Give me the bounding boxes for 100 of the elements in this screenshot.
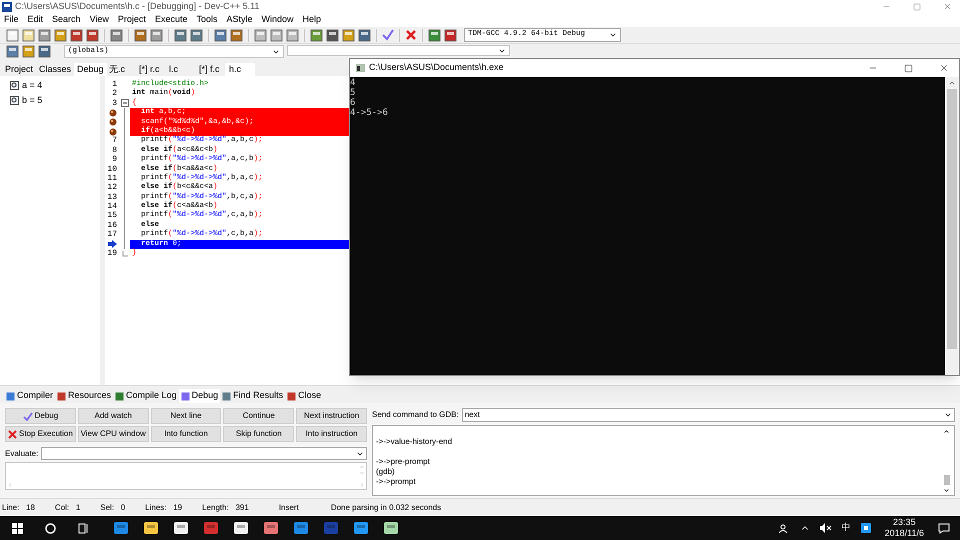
maximize-icon[interactable] [904, 64, 913, 72]
gdb-output-line: (gdb) [376, 467, 396, 477]
notification-icon[interactable] [938, 522, 950, 534]
tab-icon [115, 392, 124, 400]
line-number: 19 [107, 249, 117, 258]
output-tab[interactable]: Compile Log [113, 389, 179, 403]
line-number: 9 [112, 155, 117, 165]
output-tab[interactable]: Resources [55, 389, 114, 403]
scroll-down-icon[interactable] [943, 487, 950, 494]
watch-item[interactable]: a = 4 [22, 79, 42, 92]
file-tab[interactable]: l.c [165, 63, 195, 76]
menu-item[interactable]: Edit [28, 13, 44, 27]
line-number: 15 [107, 211, 117, 221]
app-tile-icon[interactable] [293, 520, 309, 536]
scroll-up-icon[interactable] [943, 428, 950, 435]
evaluate-field[interactable] [41, 447, 367, 460]
app-tile-icon[interactable] [383, 520, 399, 536]
app-tile-icon[interactable] [113, 520, 129, 536]
status-message: Done parsing in 0.032 seconds [330, 502, 442, 514]
line-number: 12 [107, 183, 117, 193]
console-output-line: 5 [350, 88, 356, 98]
line-number: 13 [107, 192, 117, 202]
debug-button[interactable]: View CPU window [78, 426, 149, 442]
scroll-thumb[interactable] [947, 89, 957, 349]
tab-icon [222, 392, 232, 400]
debug-button[interactable]: Stop Execution [5, 426, 76, 442]
people-icon[interactable] [778, 522, 790, 534]
window-title: C:\Users\ASUS\Documents\h.c - [Debugging] - Dev-C++ 5.11 [15, 0, 260, 13]
tab-icon [6, 392, 15, 400]
muted-speaker-icon[interactable] [820, 523, 832, 533]
debug-button[interactable]: Next line [150, 408, 222, 424]
status-field: Sel: 0 [100, 502, 126, 514]
menu-item[interactable]: Window [262, 13, 294, 27]
watch-icon [10, 96, 19, 105]
file-tab[interactable]: [*] f.c [195, 63, 225, 76]
status-field: Length: 391 [202, 502, 249, 514]
debug-button[interactable]: Into instruction [296, 426, 367, 442]
gdb-output-line: ->->value-history-end [376, 437, 454, 447]
caret-icon[interactable] [609, 31, 617, 39]
line-number: 2 [112, 89, 117, 99]
menu-item[interactable]: Search [52, 13, 81, 27]
app-tray-icon[interactable] [860, 523, 871, 533]
menu-item[interactable]: Tools [196, 13, 218, 27]
file-tab[interactable]: h.c [225, 63, 255, 76]
debug-button[interactable]: Into function [150, 426, 222, 442]
menu-item[interactable]: View [90, 13, 109, 27]
console-output-line: 6 [350, 98, 356, 108]
search-icon[interactable] [45, 522, 56, 534]
fold-toggle-icon[interactable] [120, 99, 128, 108]
app-tile-icon[interactable] [173, 520, 189, 536]
output-tab[interactable]: Close [285, 389, 324, 403]
gdb-output-line: ->->pre-prompt [376, 457, 431, 467]
line-number: 16 [107, 220, 117, 230]
output-tab[interactable]: Find Results [220, 389, 286, 403]
debug-button[interactable]: Next instruction [296, 408, 367, 424]
panel-tab[interactable]: Debug [74, 63, 107, 76]
app-tile-icon[interactable] [203, 520, 219, 536]
panel-tab[interactable]: Project [2, 63, 36, 76]
debug-button[interactable]: Skip function [223, 426, 294, 442]
gdb-command-field[interactable]: next [462, 408, 955, 422]
scrollbar[interactable] [945, 77, 959, 375]
menu-item[interactable]: Help [302, 13, 322, 27]
line-number: 1 [112, 80, 117, 90]
check-icon[interactable] [382, 29, 394, 41]
menu-item[interactable]: AStyle [226, 13, 252, 27]
menu-item[interactable]: File [4, 13, 19, 27]
output-tab[interactable]: Compiler [4, 389, 56, 403]
caret-icon[interactable] [944, 411, 952, 419]
app-tile-icon[interactable] [323, 520, 339, 536]
scroll-up-icon[interactable] [948, 79, 956, 87]
watch-icon [10, 81, 19, 90]
debug-button[interactable]: Add watch [78, 408, 149, 424]
close-icon[interactable] [939, 63, 949, 73]
scroll-thumb[interactable] [944, 475, 950, 485]
tab-icon [180, 392, 190, 400]
menu-item[interactable]: Project [118, 13, 146, 27]
ime-indicator[interactable]: 中 [842, 521, 851, 535]
status-field: Line: 18 [2, 502, 35, 514]
console-icon [356, 64, 365, 72]
output-tab[interactable]: Debug [178, 389, 220, 403]
windows-logo-icon[interactable] [12, 522, 23, 534]
task-view-icon[interactable] [78, 522, 89, 534]
line-number: 14 [107, 202, 117, 212]
console-output-line: 4->5->6 [350, 108, 389, 118]
app-tile-icon[interactable] [353, 520, 369, 536]
app-tile-icon[interactable] [143, 520, 159, 536]
debug-button[interactable]: Debug [5, 408, 76, 424]
debug-button[interactable]: Continue [223, 408, 294, 424]
line-number: 8 [112, 146, 117, 156]
panel-tab[interactable]: Classes [36, 63, 74, 76]
app-tile-icon[interactable] [233, 520, 249, 536]
tab-icon [57, 392, 66, 400]
watch-item[interactable]: b = 5 [22, 94, 42, 107]
file-tab[interactable]: 无.c [105, 63, 135, 76]
tab-icon [287, 392, 296, 400]
line-number: 17 [107, 230, 117, 240]
file-tab[interactable]: [*] r.c [135, 63, 165, 76]
clock[interactable]: 23:35 2018/11/6 [880, 517, 928, 539]
menu-item[interactable]: Execute [154, 13, 188, 27]
app-tile-icon[interactable] [263, 520, 279, 536]
